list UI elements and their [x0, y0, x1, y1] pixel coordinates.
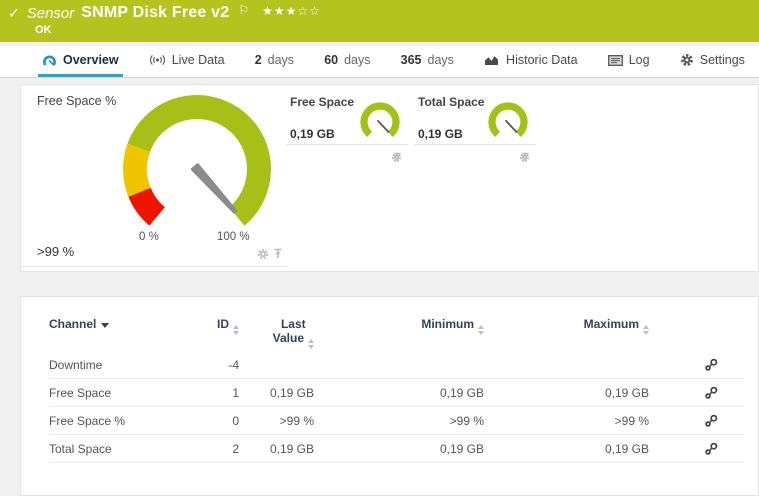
wrench-icon[interactable]: [704, 414, 718, 428]
channel-table: Channel ID Last Value Minimum Maximum Do…: [21, 297, 758, 463]
tab-label: days: [427, 53, 454, 67]
column-label: Minimum: [421, 317, 474, 331]
channel-id: 2: [232, 441, 239, 456]
column-header-id[interactable]: ID: [217, 317, 239, 335]
sort-icon: [233, 325, 239, 335]
sensor-kind-label: Sensor: [26, 4, 75, 22]
gauges-panel: Free Space % 0 % 100 % >99 % Free Space: [20, 84, 759, 272]
tab-live-data[interactable]: Live Data: [145, 46, 229, 77]
wrench-icon[interactable]: [704, 386, 718, 400]
gauge-title: Free Space: [290, 95, 355, 109]
sensor-page: ✓ Sensor SNMP Disk Free v2 ⚐ ★★★☆☆ OK Ov…: [0, 0, 759, 496]
gauge-min-label: 0 %: [139, 231, 159, 243]
gauge-needle: [190, 163, 238, 214]
tab-label: Overview: [63, 53, 119, 67]
column-label: Value: [272, 331, 304, 345]
tab-historic-data[interactable]: Historic Data: [480, 46, 582, 77]
gauge-current-value: >99 %: [37, 244, 75, 259]
minimum-value: 0,19 GB: [439, 441, 484, 456]
gauge-title: Total Space: [418, 95, 485, 109]
channel-name: Free Space: [49, 385, 112, 400]
gauge-tile-total-space: Total Space 0,19 GB: [414, 89, 536, 163]
tab-bar: Overview Live Data 2 days 60 days 365 da…: [0, 46, 759, 78]
maximum-value: >99 %: [614, 413, 649, 428]
table-header-row: Channel ID Last Value Minimum Maximum: [49, 313, 744, 351]
tab-number: 2: [254, 53, 262, 67]
table-row-downtime: Downtime -4: [49, 351, 744, 379]
sort-icon: [308, 339, 314, 349]
channel-name: Total Space: [49, 441, 112, 456]
gauge-current-value: 0,19 GB: [290, 127, 335, 141]
channel-name: Downtime: [49, 357, 103, 372]
tab-label: Live Data: [171, 53, 225, 67]
column-header-last-value[interactable]: Last Value: [272, 317, 314, 349]
gauge-icon: [43, 55, 56, 66]
stars-empty[interactable]: ☆☆: [297, 4, 321, 18]
channels-panel: Channel ID Last Value Minimum Maximum Do…: [20, 296, 759, 496]
wrench-icon[interactable]: [704, 358, 718, 372]
column-label: Maximum: [583, 317, 639, 331]
sensor-header: ✓ Sensor SNMP Disk Free v2 ⚐ ★★★☆☆ OK: [0, 0, 759, 42]
sort-desc-icon: [101, 323, 110, 328]
status-ok-check-icon: ✓: [8, 5, 20, 21]
free-space-pct-gauge: [123, 95, 271, 226]
column-header-minimum[interactable]: Minimum: [421, 317, 484, 335]
tab-2-days[interactable]: 2 days: [251, 46, 298, 77]
stars-filled[interactable]: ★★★: [262, 4, 297, 18]
status-badge: OK: [35, 24, 52, 36]
maximum-value: 0,19 GB: [604, 441, 649, 456]
tab-label: days: [344, 53, 371, 67]
tab-label: Settings: [699, 53, 745, 67]
gauge-needle: [377, 119, 390, 133]
table-row-total-space: Total Space 2 0,19 GB 0,19 GB 0,19 GB: [49, 435, 744, 463]
table-row-free-space: Free Space 1 0,19 GB 0,19 GB 0,19 GB: [49, 379, 744, 407]
channel-id: -4: [228, 357, 239, 372]
column-label: Channel: [49, 317, 97, 331]
tab-overview[interactable]: Overview: [38, 46, 123, 77]
pin-icon[interactable]: [273, 248, 283, 260]
tab-label: Historic Data: [506, 53, 578, 67]
tab-label: Log: [628, 53, 650, 67]
area-chart-icon: [485, 56, 499, 65]
priority-stars[interactable]: ★★★☆☆: [262, 4, 321, 18]
channel-name: Free Space %: [49, 413, 126, 428]
total-space-gauge: [488, 102, 528, 138]
column-header-channel[interactable]: Channel: [49, 317, 110, 331]
gear-icon: [680, 54, 693, 66]
channel-id: 1: [232, 385, 239, 400]
sort-icon: [478, 325, 484, 335]
gear-icon[interactable]: [257, 248, 269, 260]
column-label: Last: [280, 317, 306, 331]
tab-number: 365: [400, 53, 422, 67]
column-header-maximum[interactable]: Maximum: [583, 317, 649, 335]
minimum-value: 0,19 GB: [439, 385, 484, 400]
last-value: 0,19 GB: [269, 441, 314, 456]
tab-60-days[interactable]: 60 days: [320, 46, 374, 77]
wrench-icon[interactable]: [704, 442, 718, 456]
last-value: 0,19 GB: [269, 385, 314, 400]
tab-log[interactable]: Log: [604, 46, 654, 77]
tab-365-days[interactable]: 365 days: [397, 46, 458, 77]
tab-label: days: [267, 53, 295, 67]
tab-number: 60: [324, 53, 339, 67]
last-value: >99 %: [279, 413, 314, 428]
gauge-tile-free-space: Free Space 0,19 GB: [286, 89, 408, 163]
channel-id: 0: [232, 413, 239, 428]
table-row-free-space-pct: Free Space % 0 >99 % >99 % >99 %: [49, 407, 744, 435]
gauge-needle: [505, 119, 518, 133]
gauge-max-label: 100 %: [217, 231, 250, 243]
gauge-current-value: 0,19 GB: [418, 127, 463, 141]
column-label: ID: [217, 317, 229, 331]
sort-icon: [643, 325, 649, 335]
log-icon: [607, 54, 623, 66]
flag-icon[interactable]: ⚐: [238, 3, 249, 17]
gauge-tile-free-space-pct: Free Space % 0 % 100 % >99 %: [21, 85, 287, 267]
sensor-title: SNMP Disk Free v2: [81, 4, 230, 21]
live-icon: [149, 55, 165, 65]
tab-settings[interactable]: Settings: [676, 46, 749, 77]
free-space-gauge: [360, 102, 400, 138]
minimum-value: >99 %: [449, 413, 484, 428]
maximum-value: 0,19 GB: [604, 385, 649, 400]
